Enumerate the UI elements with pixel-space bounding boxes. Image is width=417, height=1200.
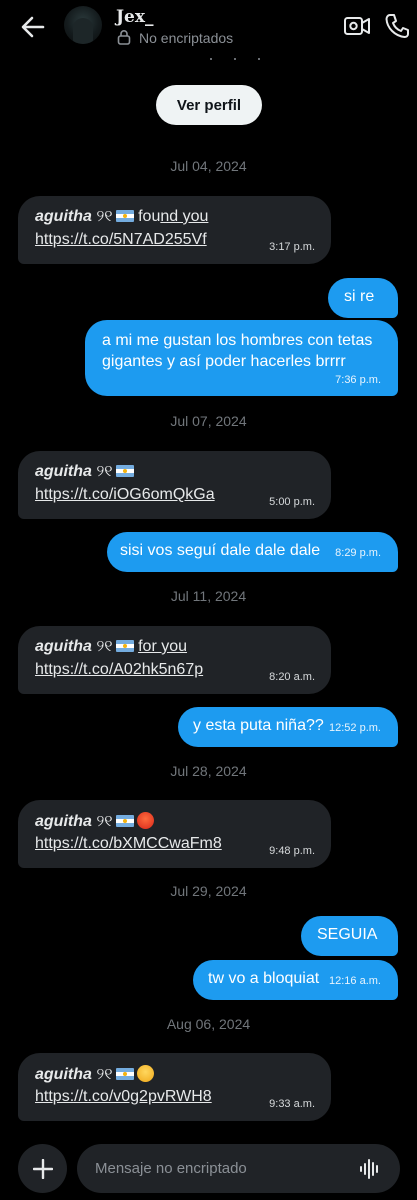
- argentina-flag-icon: [115, 465, 134, 477]
- plus-icon: [32, 1158, 53, 1179]
- message-sender: aguitha ୨୧: [35, 812, 154, 831]
- audio-wave-icon[interactable]: [359, 1159, 381, 1179]
- message-incoming[interactable]: aguitha ୨୧ https://t.co/iOG6omQkGa 5:00 …: [18, 451, 331, 519]
- argentina-flag-icon: [115, 640, 134, 652]
- message-sender: aguitha ୨୧ found you: [35, 208, 208, 226]
- message-text-link: for you: [138, 638, 188, 655]
- message-time: 12:52 p.m.: [329, 722, 381, 734]
- message-incoming[interactable]: aguitha ୨୧ https://t.co/v0g2pvRWH8 9:33 …: [18, 1053, 331, 1121]
- argentina-flag-icon: [115, 1068, 134, 1080]
- sender-suffix: ୨୧: [96, 208, 113, 225]
- add-attachment-button[interactable]: [18, 1144, 67, 1193]
- message-text: tw vo a bloquiat: [208, 970, 320, 987]
- message-link[interactable]: https://t.co/v0g2pvRWH8: [35, 1088, 212, 1106]
- angry-face-emoji-icon: [136, 812, 154, 829]
- message-time: 3:17 p.m.: [269, 241, 315, 253]
- message-time: 12:16 a.m.: [329, 975, 381, 987]
- date-separator: Jul 28, 2024: [170, 763, 247, 779]
- sender-suffix: ୨୧: [96, 463, 113, 480]
- message-text: fou: [138, 208, 161, 225]
- message-text: y esta puta niña??: [193, 717, 324, 734]
- encryption-status: No encriptados: [139, 30, 234, 46]
- sender-suffix: ୨୧: [96, 638, 113, 655]
- message-text: gigantes y así poder hacerles brrrr: [102, 353, 346, 370]
- message-outgoing[interactable]: tw vo a bloquiat 12:16 a.m.: [193, 960, 398, 1000]
- sender-name: aguitha: [35, 208, 92, 225]
- message-time: 7:36 p.m.: [335, 374, 381, 386]
- message-sender: aguitha ୨୧: [35, 463, 134, 481]
- message-text: a mi me gustan los hombres con tetas: [102, 332, 373, 349]
- message-sender: aguitha ୨୧ for you: [35, 638, 187, 656]
- message-link[interactable]: https://t.co/iOG6omQkGa: [35, 486, 215, 504]
- contact-name[interactable]: Jex_: [116, 7, 154, 27]
- message-time: 8:29 p.m.: [335, 547, 381, 559]
- message-incoming[interactable]: aguitha ୨୧ found you https://t.co/5N7AD2…: [18, 196, 331, 264]
- message-sender: aguitha ୨୧: [35, 1065, 154, 1084]
- sender-suffix: ୨୧: [96, 813, 113, 830]
- chat-header: Jex_ No encriptados: [0, 0, 417, 56]
- sender-name: aguitha: [35, 813, 92, 830]
- video-call-button[interactable]: [343, 12, 371, 40]
- date-separator: Aug 06, 2024: [166, 1016, 251, 1032]
- back-arrow-icon: [21, 16, 45, 38]
- message-outgoing[interactable]: sisi vos seguí dale dale dale 8:29 p.m.: [107, 532, 398, 572]
- sender-name: aguitha: [35, 1066, 92, 1083]
- view-profile-button[interactable]: Ver perfil: [156, 85, 262, 125]
- message-input[interactable]: [77, 1144, 400, 1193]
- message-time: 5:00 p.m.: [269, 496, 315, 508]
- message-text: sisi vos seguí dale dale dale: [120, 542, 321, 559]
- date-separator: Jul 04, 2024: [170, 158, 247, 174]
- divider-dots: [210, 58, 260, 64]
- message-link[interactable]: https://t.co/bXMCCwaFm8: [35, 835, 222, 853]
- message-composer: [0, 1138, 417, 1200]
- message-outgoing[interactable]: si re: [328, 278, 398, 318]
- message-time: 8:20 a.m.: [269, 671, 315, 683]
- message-time: 9:48 p.m.: [269, 845, 315, 857]
- message-text: si re: [344, 288, 375, 305]
- date-separator: Jul 29, 2024: [170, 883, 247, 899]
- message-link[interactable]: https://t.co/5N7AD255Vf: [35, 231, 207, 249]
- date-separator: Jul 07, 2024: [170, 413, 247, 429]
- date-separator: Jul 11, 2024: [170, 588, 247, 604]
- lock-icon: [117, 30, 131, 45]
- message-outgoing[interactable]: a mi me gustan los hombres con tetas gig…: [85, 320, 398, 396]
- argentina-flag-icon: [115, 210, 134, 222]
- message-outgoing[interactable]: SEGUIA: [301, 916, 398, 956]
- sender-suffix: ୨୧: [96, 1066, 113, 1083]
- message-incoming[interactable]: aguitha ୨୧ for you https://t.co/A02hk5n6…: [18, 626, 331, 694]
- phone-call-button[interactable]: [384, 12, 410, 40]
- message-link[interactable]: https://t.co/A02hk5n67p: [35, 661, 203, 679]
- argentina-flag-icon: [115, 815, 134, 827]
- avatar[interactable]: [64, 6, 102, 44]
- kissing-face-emoji-icon: [136, 1065, 154, 1082]
- message-time: 9:33 a.m.: [269, 1098, 315, 1110]
- message-text: SEGUIA: [317, 926, 378, 943]
- message-outgoing[interactable]: y esta puta niña?? 12:52 p.m.: [178, 707, 398, 747]
- message-incoming[interactable]: aguitha ୨୧ https://t.co/bXMCCwaFm8 9:48 …: [18, 800, 331, 868]
- back-button[interactable]: [18, 12, 48, 42]
- sender-name: aguitha: [35, 638, 92, 655]
- message-text-link: nd you: [160, 208, 209, 225]
- sender-name: aguitha: [35, 463, 92, 480]
